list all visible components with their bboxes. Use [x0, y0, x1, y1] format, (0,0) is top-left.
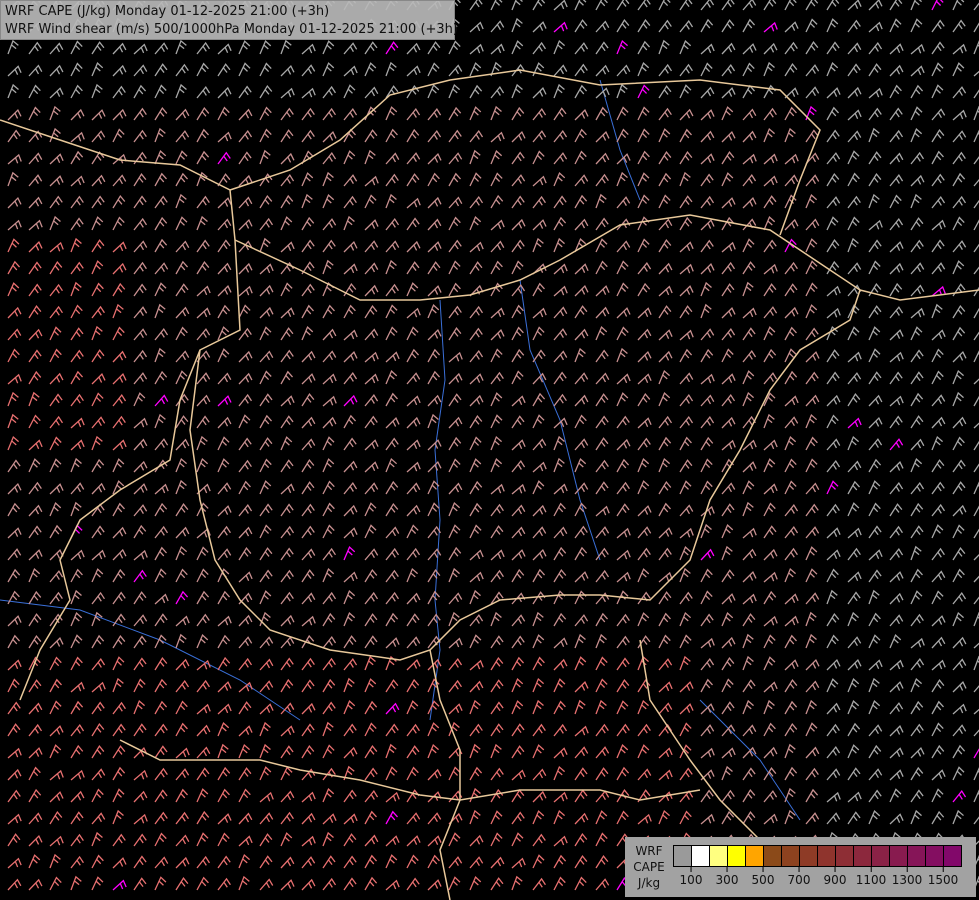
- legend-tick-label: 900: [824, 867, 846, 887]
- legend-swatch: [836, 846, 854, 866]
- legend-color-bar: [673, 845, 962, 867]
- legend-swatch: [764, 846, 782, 866]
- legend-swatch: [818, 846, 836, 866]
- legend-ticks: 100 300 500 700 900 1100 1300 1500: [673, 867, 963, 893]
- legend-label-variable: CAPE: [633, 860, 665, 874]
- legend-swatch: [800, 846, 818, 866]
- legend-swatch: [746, 846, 764, 866]
- legend-swatch: [782, 846, 800, 866]
- legend-swatch: [728, 846, 746, 866]
- legend-tick-label: 1300: [892, 867, 922, 887]
- legend-tick-label: 100: [680, 867, 702, 887]
- legend-swatch: [926, 846, 944, 866]
- legend-swatch: [674, 846, 692, 866]
- legend-label-model: WRF: [635, 844, 663, 858]
- legend-label: WRF CAPE J/kg: [629, 843, 669, 891]
- cape-title: WRF CAPE (J/kg) Monday 01-12-2025 21:00 …: [5, 4, 330, 19]
- cape-legend: WRF CAPE J/kg 100 300 500 700 900 1100 1300 150…: [625, 837, 976, 897]
- legend-swatch: [908, 846, 926, 866]
- weather-map: [0, 0, 979, 900]
- wind-shear-title: WRF Wind shear (m/s) 500/1000hPa Monday …: [5, 22, 458, 37]
- map-title-box: WRF CAPE (J/kg) Monday 01-12-2025 21:00 …: [0, 0, 458, 40]
- legend-tick-label: 700: [788, 867, 810, 887]
- legend-swatch: [944, 846, 961, 866]
- legend-tick-label: 500: [752, 867, 774, 887]
- legend-swatch: [890, 846, 908, 866]
- legend-label-unit: J/kg: [637, 876, 661, 890]
- legend-swatch: [872, 846, 890, 866]
- legend-swatch: [692, 846, 710, 866]
- legend-tick-label: 300: [716, 867, 738, 887]
- legend-tick-label: 1100: [856, 867, 886, 887]
- legend-swatch: [710, 846, 728, 866]
- legend-tick-label: 1500: [928, 867, 958, 887]
- legend-swatch: [854, 846, 872, 866]
